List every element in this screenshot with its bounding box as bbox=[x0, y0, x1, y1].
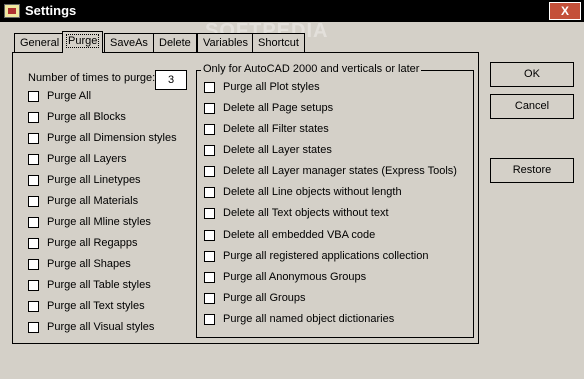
checkbox-square bbox=[204, 102, 215, 114]
tab-shortcut[interactable]: Shortcut bbox=[252, 33, 305, 52]
checkbox-square bbox=[204, 292, 215, 304]
checkbox-label: Purge all Materials bbox=[47, 195, 139, 207]
cancel-button[interactable]: Cancel bbox=[490, 94, 574, 119]
checkbox-square bbox=[28, 300, 39, 312]
title-bar: Settings SOFTPEDIA X bbox=[0, 0, 584, 42]
checkbox-square bbox=[28, 237, 39, 249]
tab-shortcut-label: Shortcut bbox=[258, 37, 299, 49]
checkbox-purge-table-styles[interactable]: Purge all Table styles bbox=[28, 278, 151, 292]
checkbox-label: Purge all Plot styles bbox=[223, 81, 320, 93]
close-button[interactable]: X bbox=[549, 2, 581, 20]
app-icon bbox=[4, 4, 20, 18]
checkbox-purge-blocks[interactable]: Purge all Blocks bbox=[28, 110, 126, 124]
checkbox-label: Purge all registered applications collec… bbox=[223, 250, 429, 262]
checkbox-square bbox=[204, 229, 215, 241]
checkbox-square bbox=[204, 313, 215, 325]
tab-purge[interactable]: Purge bbox=[62, 31, 104, 53]
restore-button[interactable]: Restore bbox=[490, 158, 574, 183]
checkbox-delete-layer-manager-states[interactable]: Delete all Layer manager states (Express… bbox=[204, 164, 457, 178]
checkbox-purge-linetypes[interactable]: Purge all Linetypes bbox=[28, 173, 141, 187]
times-to-purge-input[interactable]: 3 bbox=[155, 70, 187, 90]
checkbox-purge-groups[interactable]: Purge all Groups bbox=[204, 291, 306, 305]
checkbox-label: Delete all embedded VBA code bbox=[223, 229, 376, 241]
tab-saveas-label: SaveAs bbox=[110, 37, 148, 49]
window-title: Settings bbox=[25, 3, 77, 18]
checkbox-purge-named-object-dictionaries[interactable]: Purge all named object dictionaries bbox=[204, 312, 394, 326]
checkbox-square bbox=[204, 207, 215, 219]
tab-general[interactable]: General bbox=[14, 33, 66, 52]
checkbox-label: Purge all Text styles bbox=[47, 300, 145, 312]
tab-delete[interactable]: Delete bbox=[153, 33, 197, 52]
checkbox-delete-page-setups[interactable]: Delete all Page setups bbox=[204, 101, 333, 115]
checkbox-label: Purge all Mline styles bbox=[47, 216, 151, 228]
checkbox-delete-filter-states[interactable]: Delete all Filter states bbox=[204, 122, 329, 136]
checkbox-delete-zero-length-lines[interactable]: Delete all Line objects without length bbox=[204, 185, 402, 199]
tab-saveas[interactable]: SaveAs bbox=[104, 33, 154, 52]
checkbox-label: Purge all Dimension styles bbox=[47, 132, 177, 144]
checkbox-square bbox=[204, 123, 215, 135]
checkbox-label: Purge all Table styles bbox=[47, 279, 151, 291]
checkbox-label: Delete all Line objects without length bbox=[223, 186, 402, 198]
checkbox-label: Purge all Visual styles bbox=[47, 321, 155, 333]
tab-delete-label: Delete bbox=[159, 37, 191, 49]
checkbox-square bbox=[204, 144, 215, 156]
checkbox-square bbox=[28, 258, 39, 270]
checkbox-label: Purge all Shapes bbox=[47, 258, 131, 270]
checkbox-square bbox=[28, 90, 39, 102]
checkbox-square bbox=[204, 186, 215, 198]
checkbox-square bbox=[28, 279, 39, 291]
checkbox-square bbox=[204, 250, 215, 262]
checkbox-purge-mline-styles[interactable]: Purge all Mline styles bbox=[28, 215, 151, 229]
checkbox-purge-plot-styles[interactable]: Purge all Plot styles bbox=[204, 80, 320, 94]
tab-general-label: General bbox=[20, 37, 60, 49]
group-title: Only for AutoCAD 2000 and verticals or l… bbox=[201, 63, 422, 75]
checkbox-delete-layer-states[interactable]: Delete all Layer states bbox=[204, 143, 332, 157]
checkbox-label: Delete all Filter states bbox=[223, 123, 329, 135]
checkbox-square bbox=[28, 132, 39, 144]
times-to-purge-label: Number of times to purge: bbox=[28, 72, 156, 84]
checkbox-square bbox=[28, 321, 39, 333]
checkbox-square bbox=[204, 271, 215, 283]
checkbox-label: Delete all Layer manager states (Express… bbox=[223, 165, 457, 177]
checkbox-square bbox=[204, 165, 215, 177]
checkbox-square bbox=[28, 195, 39, 207]
checkbox-square bbox=[28, 111, 39, 123]
checkbox-label: Delete all Layer states bbox=[223, 144, 332, 156]
checkbox-square bbox=[28, 216, 39, 228]
checkbox-purge-registered-apps[interactable]: Purge all registered applications collec… bbox=[204, 249, 428, 263]
checkbox-purge-all[interactable]: Purge All bbox=[28, 89, 91, 103]
checkbox-square bbox=[28, 153, 39, 165]
checkbox-label: Purge All bbox=[47, 90, 92, 102]
checkbox-label: Delete all Page setups bbox=[223, 102, 334, 114]
tab-variables-label: Variables bbox=[203, 37, 249, 49]
checkbox-label: Purge all named object dictionaries bbox=[223, 313, 395, 325]
checkbox-purge-text-styles[interactable]: Purge all Text styles bbox=[28, 299, 145, 313]
tab-variables[interactable]: Variables bbox=[197, 33, 255, 52]
checkbox-label: Delete all Text objects without text bbox=[223, 207, 389, 219]
checkbox-delete-vba-code[interactable]: Delete all embedded VBA code bbox=[204, 228, 375, 242]
checkbox-label: Purge all Blocks bbox=[47, 111, 126, 123]
checkbox-delete-empty-text[interactable]: Delete all Text objects without text bbox=[204, 206, 389, 220]
checkbox-purge-dimension-styles[interactable]: Purge all Dimension styles bbox=[28, 131, 177, 145]
checkbox-purge-visual-styles[interactable]: Purge all Visual styles bbox=[28, 320, 154, 334]
checkbox-label: Purge all Regapps bbox=[47, 237, 138, 249]
checkbox-purge-anonymous-groups[interactable]: Purge all Anonymous Groups bbox=[204, 270, 366, 284]
checkbox-label: Purge all Groups bbox=[223, 292, 306, 304]
checkbox-label: Purge all Linetypes bbox=[47, 174, 141, 186]
checkbox-purge-regapps[interactable]: Purge all Regapps bbox=[28, 236, 138, 250]
ok-button[interactable]: OK bbox=[490, 62, 574, 87]
checkbox-label: Purge all Layers bbox=[47, 153, 127, 165]
tab-purge-label: Purge bbox=[65, 34, 100, 48]
checkbox-purge-materials[interactable]: Purge all Materials bbox=[28, 194, 138, 208]
checkbox-label: Purge all Anonymous Groups bbox=[223, 271, 367, 283]
checkbox-purge-layers[interactable]: Purge all Layers bbox=[28, 152, 127, 166]
checkbox-square bbox=[204, 81, 215, 93]
checkbox-square bbox=[28, 174, 39, 186]
checkbox-purge-shapes[interactable]: Purge all Shapes bbox=[28, 257, 131, 271]
